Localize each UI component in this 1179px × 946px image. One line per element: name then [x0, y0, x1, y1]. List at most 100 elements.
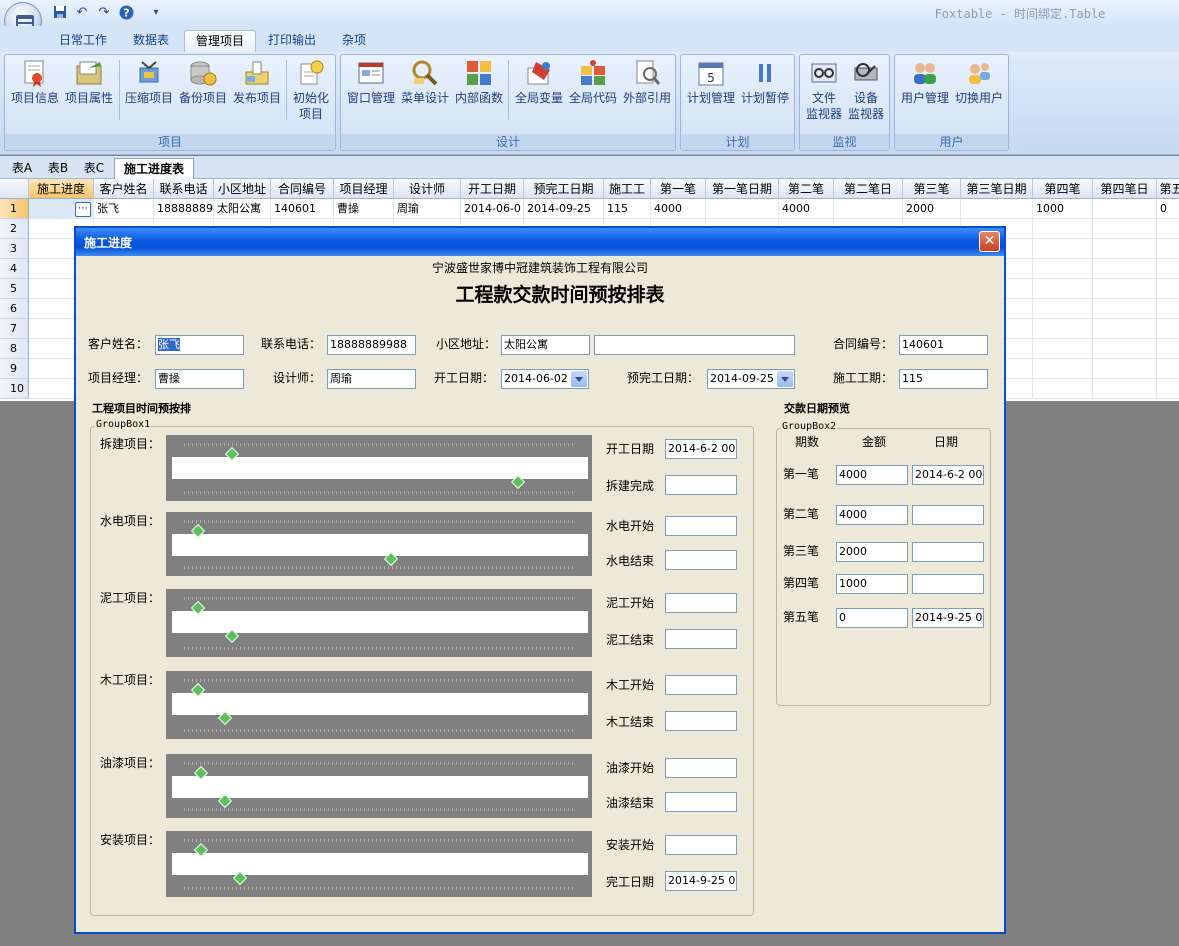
- customer-name-input[interactable]: 张飞: [155, 335, 244, 355]
- payment-amount-input[interactable]: 2000: [836, 542, 908, 562]
- column-header[interactable]: 设计师: [394, 179, 461, 199]
- phone-input[interactable]: 18888889988: [327, 335, 416, 355]
- column-header[interactable]: 第一笔: [651, 179, 706, 199]
- payment-amount-input[interactable]: 4000: [836, 505, 908, 525]
- internal-functions-button[interactable]: 内部函数: [452, 58, 506, 106]
- stage-end-input[interactable]: [665, 711, 737, 731]
- plan-pause-button[interactable]: 计划暂停: [738, 58, 792, 106]
- payment-date-input[interactable]: 2014-6-2 00: [912, 465, 984, 485]
- grid-cell[interactable]: 18888889: [154, 199, 214, 219]
- grid-cell[interactable]: 140601: [271, 199, 334, 219]
- stage-end-input[interactable]: [665, 475, 737, 495]
- grid-cell[interactable]: [706, 199, 779, 219]
- external-references-button[interactable]: 外部引用: [620, 58, 674, 106]
- row-number[interactable]: 5: [0, 279, 29, 299]
- customize-quick-access-icon[interactable]: ▾: [148, 5, 164, 21]
- row-number[interactable]: 2: [0, 219, 29, 239]
- grid-cell[interactable]: [1033, 239, 1093, 259]
- grid-cell[interactable]: [1157, 299, 1179, 319]
- file-monitor-button[interactable]: 文件 监视器: [802, 58, 846, 122]
- row-number[interactable]: 1: [0, 199, 29, 219]
- undo-icon[interactable]: ↶: [74, 5, 90, 21]
- window-manager-button[interactable]: 窗口管理: [344, 58, 398, 106]
- column-header[interactable]: 第四笔: [1033, 179, 1093, 199]
- backup-project-button[interactable]: 备份项目: [176, 58, 230, 106]
- address-detail-input[interactable]: [594, 335, 795, 355]
- grid-cell[interactable]: 2000: [903, 199, 961, 219]
- column-header[interactable]: 开工日期: [461, 179, 524, 199]
- device-monitor-button[interactable]: 设备 监视器: [844, 58, 888, 122]
- initialize-project-button[interactable]: 初始化 项目: [288, 58, 334, 122]
- stage-end-input[interactable]: 2014-9-25 0: [665, 871, 737, 891]
- grid-cell[interactable]: ⋯: [29, 199, 94, 219]
- column-header[interactable]: 预完工日期: [524, 179, 604, 199]
- payment-date-input[interactable]: [912, 542, 984, 562]
- row-number[interactable]: 7: [0, 319, 29, 339]
- grid-cell[interactable]: [1157, 379, 1179, 399]
- start-date-picker[interactable]: 2014-06-02: [501, 369, 589, 389]
- chevron-down-icon[interactable]: [571, 371, 587, 387]
- grid-cell[interactable]: [1157, 319, 1179, 339]
- row-number[interactable]: 9: [0, 359, 29, 379]
- stage-start-input[interactable]: 2014-6-2 00: [665, 439, 737, 459]
- redo-icon[interactable]: ↷: [96, 5, 112, 21]
- project-info-button[interactable]: 项目信息: [8, 58, 62, 106]
- grid-cell[interactable]: [1157, 239, 1179, 259]
- payment-amount-input[interactable]: 1000: [836, 574, 908, 594]
- column-header[interactable]: 第五: [1157, 179, 1179, 199]
- grid-cell[interactable]: 曹操: [334, 199, 394, 219]
- column-header[interactable]: 第一笔日期: [706, 179, 779, 199]
- grid-cell[interactable]: [1157, 359, 1179, 379]
- sheet-tab-construction-progress[interactable]: 施工进度表: [114, 158, 194, 179]
- menu-design-button[interactable]: 菜单设计: [398, 58, 452, 106]
- grid-cell[interactable]: [1033, 359, 1093, 379]
- grid-cell[interactable]: [1033, 319, 1093, 339]
- tab-daily-work[interactable]: 日常工作: [50, 30, 116, 51]
- grid-cell[interactable]: [1033, 379, 1093, 399]
- grid-cell[interactable]: 周瑜: [394, 199, 461, 219]
- global-variables-button[interactable]: 全局变量: [512, 58, 566, 106]
- switch-user-button[interactable]: 切换用户: [952, 58, 1006, 106]
- column-header[interactable]: 客户姓名: [94, 179, 154, 199]
- contract-number-input[interactable]: 140601: [899, 335, 988, 355]
- stage-end-input[interactable]: [665, 792, 737, 812]
- manager-input[interactable]: 曹操: [155, 369, 244, 389]
- grid-cell[interactable]: 4000: [651, 199, 706, 219]
- grid-cell[interactable]: [1157, 279, 1179, 299]
- grid-cell[interactable]: [1093, 239, 1157, 259]
- payment-date-input[interactable]: [912, 574, 984, 594]
- project-properties-button[interactable]: 项目属性: [62, 58, 116, 106]
- help-icon[interactable]: ?: [118, 5, 134, 21]
- row-number[interactable]: 10: [0, 379, 29, 399]
- stage-end-input[interactable]: [665, 550, 737, 570]
- payment-amount-input[interactable]: 4000: [836, 465, 908, 485]
- close-icon[interactable]: ✕: [979, 231, 1000, 252]
- grid-cell[interactable]: 0: [1157, 199, 1179, 219]
- global-code-button[interactable]: 全局代码: [566, 58, 620, 106]
- grid-cell[interactable]: [1033, 299, 1093, 319]
- grid-cell[interactable]: 太阳公寓: [214, 199, 271, 219]
- grid-cell[interactable]: [1093, 279, 1157, 299]
- row-number[interactable]: 4: [0, 259, 29, 279]
- column-header[interactable]: 第三笔日期: [961, 179, 1033, 199]
- column-header[interactable]: 第二笔: [779, 179, 834, 199]
- grid-cell[interactable]: [1033, 339, 1093, 359]
- stage-start-input[interactable]: [665, 675, 737, 695]
- grid-cell[interactable]: 4000: [779, 199, 834, 219]
- grid-cell[interactable]: [961, 199, 1033, 219]
- sheet-tab-a[interactable]: 表A: [6, 158, 38, 178]
- tab-print-output[interactable]: 打印输出: [258, 30, 326, 51]
- row-number[interactable]: 8: [0, 339, 29, 359]
- user-management-button[interactable]: 用户管理: [898, 58, 952, 106]
- row-number[interactable]: 6: [0, 299, 29, 319]
- grid-cell[interactable]: [1093, 199, 1157, 219]
- tab-misc[interactable]: 杂项: [330, 30, 378, 51]
- payment-date-input[interactable]: [912, 505, 984, 525]
- grid-corner[interactable]: [0, 179, 29, 199]
- grid-cell[interactable]: [1093, 219, 1157, 239]
- plan-management-button[interactable]: 5 计划管理: [684, 58, 738, 106]
- column-header[interactable]: 小区地址: [214, 179, 271, 199]
- grid-cell[interactable]: [1093, 299, 1157, 319]
- grid-cell[interactable]: 2014-09-25: [524, 199, 604, 219]
- column-header[interactable]: 施工工: [604, 179, 651, 199]
